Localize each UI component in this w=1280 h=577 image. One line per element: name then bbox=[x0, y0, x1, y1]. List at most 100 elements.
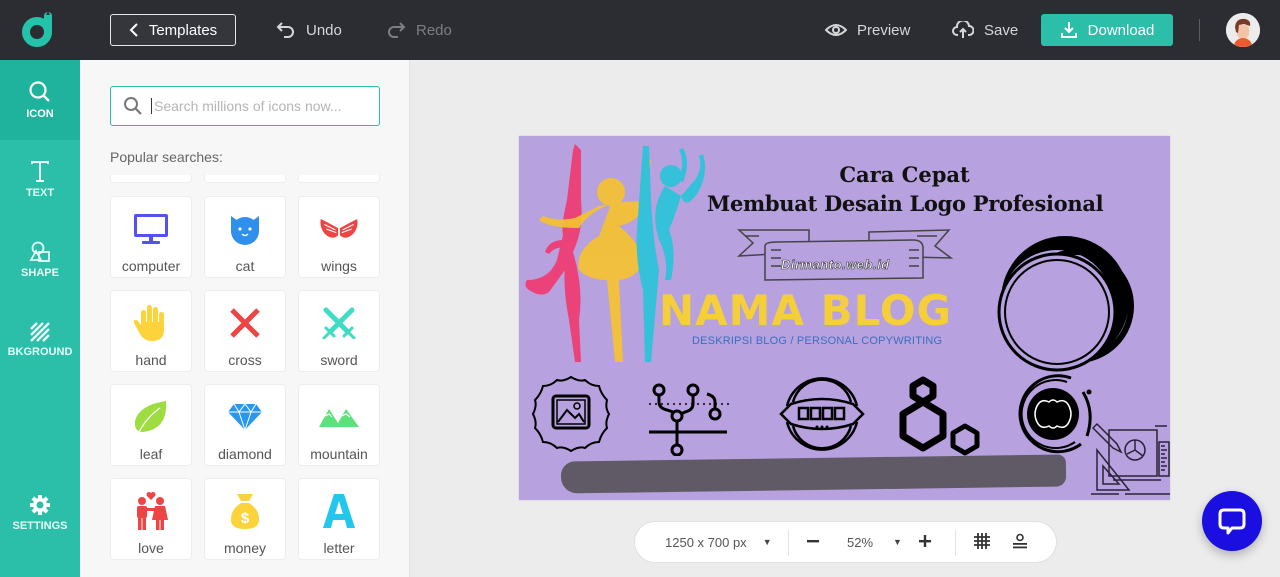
logo-icon bbox=[22, 11, 52, 47]
zoom-in-button[interactable] bbox=[919, 534, 931, 550]
rail-item-text[interactable]: TEXT bbox=[0, 140, 80, 220]
design-tools-graphic[interactable] bbox=[1089, 416, 1170, 496]
canvas-title-line2[interactable]: Membuat Desain Logo Profesional bbox=[707, 191, 1104, 216]
rail-item-icon[interactable]: ICON bbox=[0, 60, 80, 140]
icon-card-love[interactable]: love bbox=[110, 478, 192, 560]
redo-icon bbox=[388, 22, 406, 38]
icon-card-label: mountain bbox=[310, 446, 368, 462]
avatar-icon bbox=[1226, 13, 1260, 47]
icon-card[interactable] bbox=[110, 175, 192, 183]
zoom-level-dropdown[interactable]: 52% ▼ bbox=[847, 535, 902, 550]
toolbar-separator bbox=[955, 530, 956, 556]
templates-button[interactable]: Templates bbox=[110, 14, 236, 46]
user-avatar[interactable] bbox=[1226, 13, 1260, 47]
canvas-size-dropdown[interactable]: 1250 x 700 px ▼ bbox=[665, 535, 772, 550]
love-icon bbox=[137, 492, 168, 530]
cloud-upload-icon bbox=[952, 21, 974, 38]
wings-icon bbox=[320, 219, 358, 238]
save-button[interactable]: Save bbox=[952, 18, 1018, 42]
ribbon-text[interactable]: Dirmanto.web.id bbox=[781, 257, 890, 273]
icon-search-input[interactable] bbox=[151, 98, 371, 114]
icon-search-box[interactable] bbox=[110, 86, 380, 126]
icon-card-wings[interactable]: wings bbox=[298, 196, 380, 278]
letter-icon bbox=[323, 494, 355, 528]
icon-card-label: computer bbox=[121, 258, 181, 274]
icon-card-mountain[interactable]: mountain bbox=[298, 384, 380, 466]
icon-card[interactable] bbox=[298, 175, 380, 183]
download-label: Download bbox=[1087, 21, 1155, 39]
live-chat-button[interactable] bbox=[1202, 491, 1262, 551]
rail-item-label: SHAPE bbox=[21, 267, 59, 279]
search-icon bbox=[124, 97, 142, 115]
popular-searches-label: Popular searches: bbox=[110, 149, 223, 165]
grid-icon bbox=[974, 532, 990, 549]
icon-card-sword[interactable]: sword bbox=[298, 290, 380, 372]
icon-panel: Popular searches: computer cat wings han… bbox=[80, 60, 410, 577]
download-icon bbox=[1060, 22, 1077, 38]
background-icon bbox=[30, 322, 50, 342]
leaf-icon bbox=[134, 401, 167, 433]
icon-card-label: hand bbox=[135, 352, 167, 368]
icon-card-cross[interactable]: cross bbox=[204, 290, 286, 372]
image-badge-graphic[interactable] bbox=[531, 374, 611, 454]
rail-item-label: TEXT bbox=[25, 187, 55, 199]
redo-button[interactable]: Redo bbox=[386, 18, 452, 42]
diamond-icon bbox=[228, 403, 262, 431]
cross-icon bbox=[230, 308, 260, 338]
icon-card-label: wings bbox=[321, 258, 357, 274]
icon-card-label: love bbox=[138, 540, 164, 556]
hexagon-molecule-graphic[interactable] bbox=[899, 374, 983, 456]
hand-icon bbox=[133, 305, 164, 341]
shape-icon bbox=[29, 241, 50, 262]
undo-button[interactable]: Undo bbox=[276, 18, 342, 42]
app-logo[interactable] bbox=[20, 10, 60, 50]
download-button[interactable]: Download bbox=[1041, 14, 1173, 46]
rail-item-label: BKGROUND bbox=[7, 346, 73, 358]
canvas-title-line1[interactable]: Cara Cepat bbox=[519, 162, 1170, 187]
design-canvas[interactable]: Cara Cepat Membuat Desain Logo Profesion… bbox=[519, 136, 1170, 500]
chevron-left-icon bbox=[129, 23, 138, 37]
svg-text:$: $ bbox=[241, 510, 250, 527]
canvas-size-value: 1250 x 700 px bbox=[665, 534, 747, 550]
toolbar-divider bbox=[1199, 19, 1200, 41]
icon-card-money[interactable]: $ money bbox=[204, 478, 286, 560]
caret-down-icon: ▼ bbox=[762, 537, 772, 547]
badge-stamp-graphic[interactable] bbox=[777, 372, 867, 456]
blog-description[interactable]: DESKRIPSI BLOG / PERSONAL COPYWRITING bbox=[692, 335, 942, 347]
icon-card-label: diamond bbox=[218, 446, 272, 462]
top-bar: Templates Undo Redo Preview Save Downloa… bbox=[0, 0, 1280, 60]
workspace: Cara Cepat Membuat Desain Logo Profesion… bbox=[410, 60, 1280, 577]
icon-card-label: money bbox=[223, 540, 267, 556]
icon-card-hand[interactable]: hand bbox=[110, 290, 192, 372]
rail-item-background[interactable]: BKGROUND bbox=[0, 300, 80, 380]
icon-card-computer[interactable]: computer bbox=[110, 196, 192, 278]
blog-name[interactable]: NAMA BLOG bbox=[659, 286, 952, 335]
icon-card-letter[interactable]: letter bbox=[298, 478, 380, 560]
money-icon: $ bbox=[230, 494, 260, 529]
left-rail: ICON TEXT SHAPE BKGROUND SETTINGS bbox=[0, 60, 80, 577]
brush-stroke-shape[interactable] bbox=[560, 454, 1067, 494]
icon-card-label: letter bbox=[323, 540, 355, 556]
circuit-graphic[interactable] bbox=[647, 382, 731, 456]
eye-icon bbox=[825, 24, 847, 36]
circle-frame-graphic[interactable] bbox=[993, 232, 1139, 372]
icon-card-label: sword bbox=[320, 352, 358, 368]
ribbon-banner-graphic[interactable] bbox=[737, 226, 953, 282]
grid-toggle-button[interactable] bbox=[974, 532, 990, 552]
align-bottom-icon bbox=[1013, 533, 1027, 548]
icon-card-cat[interactable]: cat bbox=[204, 196, 286, 278]
icon-card-leaf[interactable]: leaf bbox=[110, 384, 192, 466]
rail-item-settings[interactable]: SETTINGS bbox=[0, 473, 80, 553]
align-button[interactable] bbox=[1012, 533, 1028, 552]
plus-icon bbox=[919, 534, 931, 547]
text-icon bbox=[31, 161, 49, 182]
minus-icon bbox=[807, 539, 819, 542]
icon-card-diamond[interactable]: diamond bbox=[204, 384, 286, 466]
zoom-level-value: 52% bbox=[847, 534, 874, 550]
icon-card[interactable] bbox=[204, 175, 286, 183]
zoom-out-button[interactable] bbox=[807, 535, 819, 550]
preview-button[interactable]: Preview bbox=[825, 18, 910, 42]
toolbar-separator bbox=[788, 530, 789, 556]
mountain-icon bbox=[319, 409, 359, 427]
rail-item-shape[interactable]: SHAPE bbox=[0, 220, 80, 300]
